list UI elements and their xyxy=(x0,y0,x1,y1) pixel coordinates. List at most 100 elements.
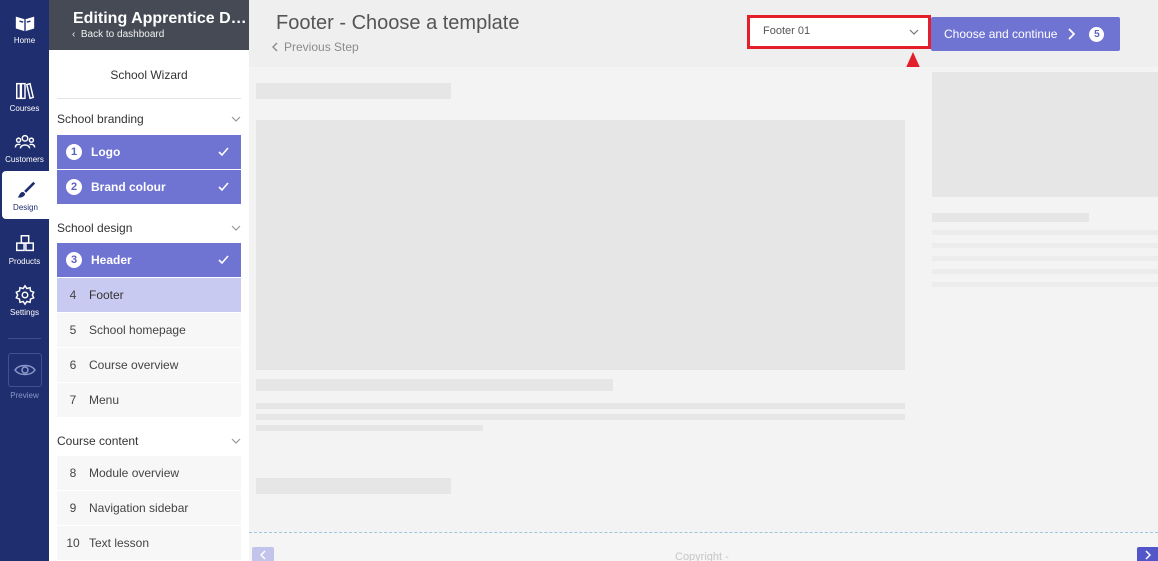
rail-divider xyxy=(8,338,41,339)
rail-preview[interactable]: Preview xyxy=(0,353,49,400)
app-window: Home Courses Customers Design Products S… xyxy=(0,0,1158,561)
check-icon xyxy=(218,182,229,192)
step-label: Brand colour xyxy=(91,180,166,194)
rail-preview-label: Preview xyxy=(10,391,39,400)
gear-icon xyxy=(14,284,35,306)
section-school-design[interactable]: School design xyxy=(57,221,241,243)
copyright-text: Copyright - xyxy=(675,551,729,561)
sidebar-header: Editing Apprentice D… ‹ Back to dashboar… xyxy=(49,0,249,50)
step-header[interactable]: 3 Header xyxy=(57,243,241,277)
check-icon xyxy=(218,255,229,265)
placeholder-line xyxy=(932,269,1158,274)
section-label: School branding xyxy=(57,112,144,126)
placeholder-bar xyxy=(256,83,451,99)
wizard-sidebar: Editing Apprentice D… ‹ Back to dashboar… xyxy=(49,0,249,561)
step-label: Header xyxy=(91,253,132,267)
rail-courses-label: Courses xyxy=(9,104,40,113)
step-number: 3 xyxy=(66,252,82,268)
previous-template-button[interactable] xyxy=(252,547,274,561)
main-nav-rail: Home Courses Customers Design Products S… xyxy=(0,0,49,561)
step-number: 9 xyxy=(69,501,77,515)
step-number: 1 xyxy=(66,144,82,160)
step-label: Logo xyxy=(91,145,121,159)
step-menu[interactable]: 7 Menu xyxy=(57,383,241,417)
rail-products[interactable]: Products xyxy=(0,225,49,273)
step-number: 2 xyxy=(66,179,82,195)
section-course-content[interactable]: Course content xyxy=(57,434,241,456)
wizard-title: School Wizard xyxy=(110,68,188,82)
placeholder-line xyxy=(256,403,905,409)
step-label: Module overview xyxy=(89,466,180,480)
step-badge: 5 xyxy=(1089,26,1105,42)
step-label: Course overview xyxy=(89,358,179,372)
section-school-branding[interactable]: School branding xyxy=(57,112,241,134)
chevron-down-icon xyxy=(231,438,241,444)
step-brand-colour[interactable]: 2 Brand colour xyxy=(57,170,241,204)
rail-home[interactable]: Home xyxy=(0,4,49,52)
step-text-lesson[interactable]: 10 Text lesson xyxy=(57,526,241,560)
preview-box[interactable] xyxy=(7,353,42,387)
step-number: 10 xyxy=(66,536,80,550)
section-label: Course content xyxy=(57,434,139,448)
step-logo[interactable]: 1 Logo xyxy=(57,135,241,169)
section-label: School design xyxy=(57,221,133,235)
step-label: Text lesson xyxy=(89,536,150,550)
step-module-overview[interactable]: 8 Module overview xyxy=(57,456,241,490)
template-select[interactable]: Footer 01 xyxy=(753,21,925,43)
footer-preview: Copyright - xyxy=(249,532,1158,561)
previous-step-label: Previous Step xyxy=(284,40,359,54)
placeholder-line xyxy=(932,243,1158,248)
check-icon xyxy=(218,147,229,157)
step-number: 4 xyxy=(69,288,77,302)
chevron-down-icon xyxy=(909,29,919,35)
step-number: 8 xyxy=(69,466,77,480)
placeholder-bar xyxy=(256,478,451,494)
placeholder-line xyxy=(932,213,1089,222)
rail-customers[interactable]: Customers xyxy=(0,123,49,171)
rail-products-label: Products xyxy=(8,257,41,266)
previous-step-link[interactable]: Previous Step xyxy=(272,40,359,54)
template-select-highlight: Footer 01 xyxy=(747,15,931,49)
step-number: 5 xyxy=(69,323,77,337)
placeholder-image xyxy=(256,120,905,370)
rail-customers-label: Customers xyxy=(5,155,44,164)
chevron-right-icon xyxy=(1068,28,1076,40)
step-label: Menu xyxy=(89,393,120,407)
template-preview: Copyright - xyxy=(249,67,1158,561)
back-to-dashboard-link[interactable]: ‹ Back to dashboard xyxy=(72,29,249,40)
placeholder-line xyxy=(932,256,1158,261)
books-icon xyxy=(15,82,34,100)
continue-label: Choose and continue xyxy=(944,27,1058,41)
step-school-homepage[interactable]: 5 School homepage xyxy=(57,313,241,347)
placeholder-line xyxy=(256,425,483,431)
chevron-down-icon xyxy=(231,116,241,122)
step-number: 7 xyxy=(69,393,77,407)
placeholder-line xyxy=(932,282,1158,287)
next-template-button[interactable] xyxy=(1137,547,1158,561)
rail-home-label: Home xyxy=(13,36,36,45)
chevron-down-icon xyxy=(231,225,241,231)
step-footer[interactable]: 4 Footer xyxy=(57,278,241,312)
book-logo-icon xyxy=(15,16,34,32)
brush-icon xyxy=(17,181,35,198)
back-label: Back to dashboard xyxy=(80,29,165,40)
placeholder-line xyxy=(256,414,905,420)
products-icon xyxy=(15,235,34,252)
rail-settings-label: Settings xyxy=(10,308,39,317)
step-course-overview[interactable]: 6 Course overview xyxy=(57,348,241,382)
rail-courses[interactable]: Courses xyxy=(0,72,49,120)
top-bar: Footer - Choose a template Previous Step… xyxy=(249,0,1158,67)
step-label: School homepage xyxy=(89,323,186,337)
chevron-right-icon xyxy=(1145,550,1151,560)
rail-settings[interactable]: Settings xyxy=(0,276,49,324)
choose-and-continue-button[interactable]: Choose and continue 5 xyxy=(931,17,1120,51)
placeholder-side-image xyxy=(932,72,1158,197)
rail-design[interactable]: Design xyxy=(2,171,49,219)
chevron-left-icon xyxy=(272,42,278,52)
placeholder-line xyxy=(932,230,1158,235)
step-navigation-sidebar[interactable]: 9 Navigation sidebar xyxy=(57,491,241,525)
step-label: Footer xyxy=(89,288,124,302)
template-select-value: Footer 01 xyxy=(763,25,811,37)
rail-design-label: Design xyxy=(13,203,38,212)
placeholder-bar xyxy=(256,379,613,391)
